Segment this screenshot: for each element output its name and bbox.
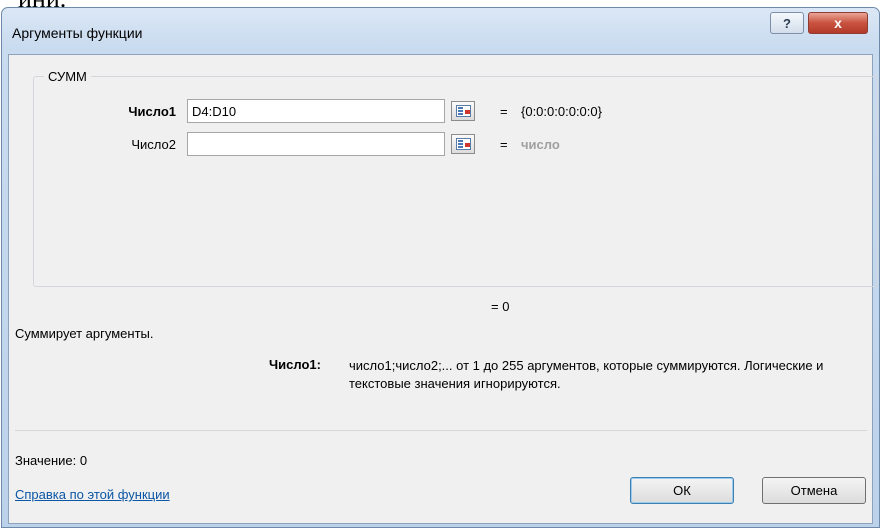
title-bar: Аргументы функции ? x [2, 8, 879, 54]
question-icon: ? [783, 15, 791, 31]
function-arguments-dialog: Аргументы функции ? x СУММ Число1 = {0:0… [1, 7, 880, 528]
arg1-collapse-button[interactable] [451, 101, 475, 121]
arg2-label: Число2 [131, 137, 176, 152]
arg2-result: число [521, 137, 560, 152]
range-select-icon [456, 138, 471, 150]
formula-result: = 0 [491, 299, 510, 314]
close-button[interactable]: x [808, 12, 868, 34]
dialog-body: СУММ Число1 = {0:0:0:0:0:0:0} Число2 = ч… [8, 54, 878, 524]
arg2-input[interactable] [187, 132, 445, 156]
arg2-equals: = [500, 137, 508, 152]
function-name: СУММ [44, 69, 91, 84]
argument-help-name: Число1: [269, 357, 321, 372]
close-icon: x [834, 15, 842, 31]
arg1-equals: = [500, 104, 508, 119]
help-button[interactable]: ? [770, 12, 804, 34]
arg1-input[interactable] [187, 99, 445, 123]
argument-help-text: число1;число2;... от 1 до 255 аргументов… [349, 358, 824, 391]
range-select-icon [456, 105, 471, 117]
arg1-result: {0:0:0:0:0:0:0} [521, 104, 602, 119]
function-description: Суммирует аргументы. [15, 326, 154, 341]
dialog-title: Аргументы функции [12, 25, 143, 41]
cancel-button[interactable]: Отмена [762, 477, 866, 504]
function-help-link[interactable]: Справка по этой функции [15, 487, 170, 502]
ok-button[interactable]: ОК [630, 477, 734, 504]
value-result: Значение: 0 [15, 453, 88, 468]
arg1-label: Число1 [128, 104, 176, 119]
arg2-collapse-button[interactable] [451, 134, 475, 154]
function-group-box: СУММ Число1 = {0:0:0:0:0:0:0} Число2 = ч… [33, 69, 878, 287]
divider [15, 430, 867, 431]
